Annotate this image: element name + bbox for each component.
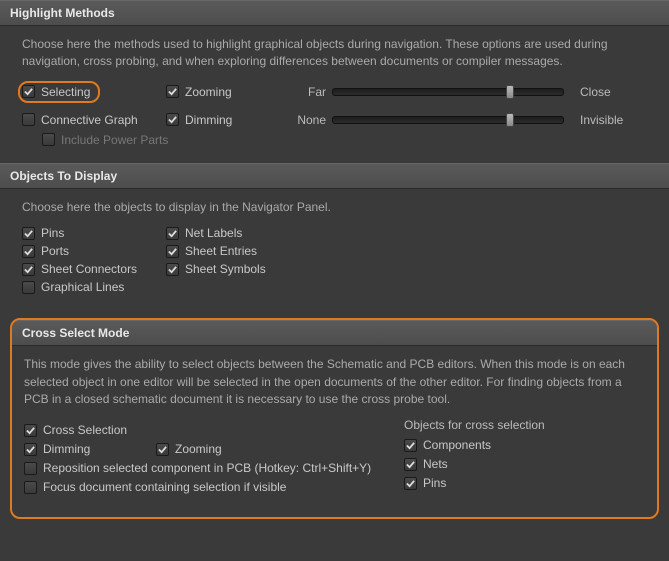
slider-none-label: None: [286, 113, 332, 127]
netlabels-checkbox[interactable]: [166, 227, 179, 240]
cross-zooming-label[interactable]: Zooming: [175, 442, 222, 456]
selecting-checkbox[interactable]: [22, 85, 35, 98]
include-power-label[interactable]: Include Power Parts: [61, 133, 168, 147]
nets-checkbox[interactable]: [404, 458, 417, 471]
highlight-methods-header: Highlight Methods: [0, 0, 669, 26]
include-power-checkbox[interactable]: [42, 133, 55, 146]
sheetentries-checkbox[interactable]: [166, 245, 179, 258]
slider-thumb[interactable]: [506, 85, 514, 99]
sheetconnectors-label[interactable]: Sheet Connectors: [41, 262, 137, 276]
cross-pins-label[interactable]: Pins: [423, 476, 446, 490]
sheetconnectors-checkbox[interactable]: [22, 263, 35, 276]
crossselection-label[interactable]: Cross Selection: [43, 423, 127, 437]
cross-pins-checkbox[interactable]: [404, 477, 417, 490]
far-close-slider[interactable]: [332, 88, 564, 96]
slider-close-label: Close: [570, 85, 620, 99]
objects-header: Objects To Display: [0, 163, 669, 189]
pins-label[interactable]: Pins: [41, 226, 64, 240]
sheetsymbols-checkbox[interactable]: [166, 263, 179, 276]
selecting-label[interactable]: Selecting: [41, 85, 90, 99]
connective-label[interactable]: Connective Graph: [41, 113, 138, 127]
sheetentries-label[interactable]: Sheet Entries: [185, 244, 257, 258]
components-checkbox[interactable]: [404, 439, 417, 452]
dimming-hl-label[interactable]: Dimming: [185, 113, 232, 127]
focus-checkbox[interactable]: [24, 481, 37, 494]
pins-checkbox[interactable]: [22, 227, 35, 240]
zooming-hl-label[interactable]: Zooming: [185, 85, 232, 99]
ports-checkbox[interactable]: [22, 245, 35, 258]
slider-invisible-label: Invisible: [570, 113, 620, 127]
cross-select-highlight: Cross Select Mode This mode gives the ab…: [10, 318, 659, 519]
crossselection-checkbox[interactable]: [24, 424, 37, 437]
cross-desc: This mode gives the ability to select ob…: [24, 356, 634, 408]
cross-zooming-checkbox[interactable]: [156, 443, 169, 456]
graphicallines-checkbox[interactable]: [22, 281, 35, 294]
objects-desc: Choose here the objects to display in th…: [22, 199, 632, 216]
zooming-hl-checkbox[interactable]: [166, 85, 179, 98]
nets-label[interactable]: Nets: [423, 457, 448, 471]
reposition-label[interactable]: Reposition selected component in PCB (Ho…: [43, 461, 371, 475]
sheetsymbols-label[interactable]: Sheet Symbols: [185, 262, 266, 276]
components-label[interactable]: Components: [423, 438, 491, 452]
graphicallines-label[interactable]: Graphical Lines: [41, 280, 124, 294]
cross-dimming-checkbox[interactable]: [24, 443, 37, 456]
reposition-checkbox[interactable]: [24, 462, 37, 475]
connective-checkbox[interactable]: [22, 113, 35, 126]
slider-thumb[interactable]: [506, 113, 514, 127]
objects-for-cross-header: Objects for cross selection: [404, 418, 643, 432]
dimming-hl-checkbox[interactable]: [166, 113, 179, 126]
cross-dimming-label[interactable]: Dimming: [43, 442, 90, 456]
cross-header: Cross Select Mode: [12, 320, 657, 346]
highlight-desc: Choose here the methods used to highligh…: [22, 36, 632, 71]
slider-far-label: Far: [286, 85, 332, 99]
ports-label[interactable]: Ports: [41, 244, 69, 258]
netlabels-label[interactable]: Net Labels: [185, 226, 242, 240]
focus-label[interactable]: Focus document containing selection if v…: [43, 480, 286, 494]
none-invisible-slider[interactable]: [332, 116, 564, 124]
